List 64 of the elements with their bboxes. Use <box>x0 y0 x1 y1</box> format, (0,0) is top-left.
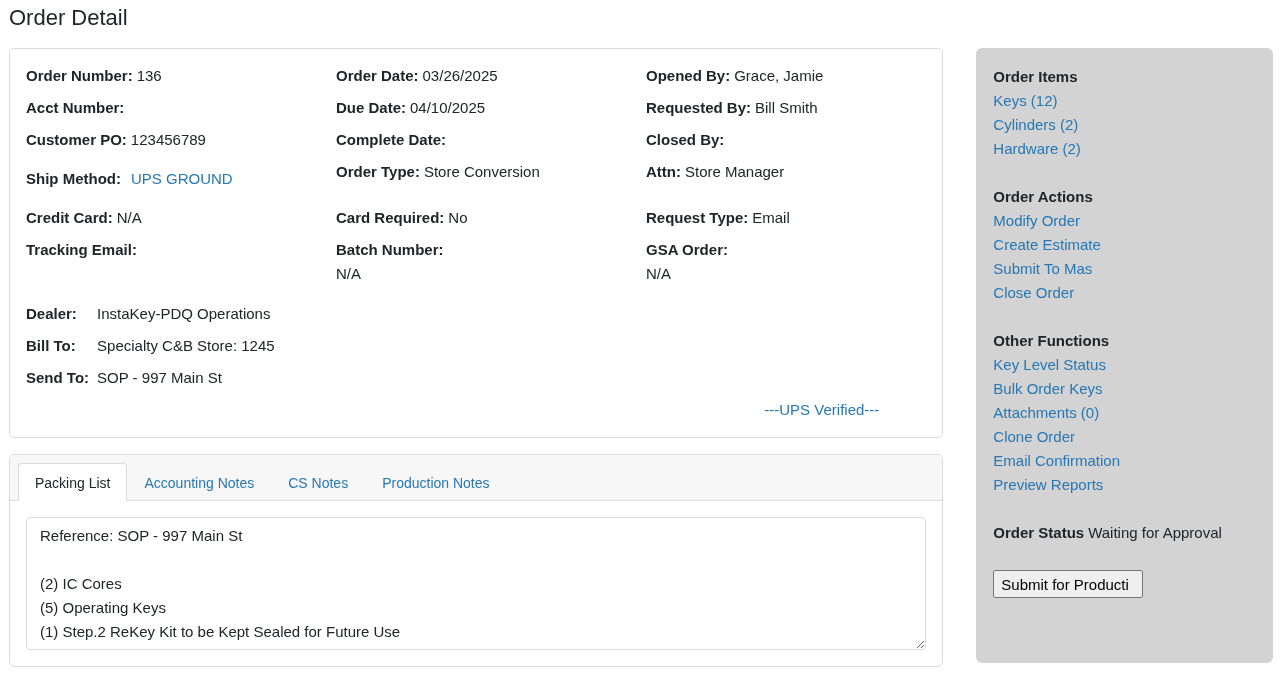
sidebar-link[interactable]: Modify Order <box>993 209 1080 233</box>
section-title: Order Items <box>993 67 1078 87</box>
tab[interactable]: Production Notes <box>365 463 507 501</box>
field-label: Order Number: <box>26 67 133 84</box>
field-label: Batch Number: <box>336 240 444 260</box>
field-value: N/A <box>336 264 361 284</box>
field-label: Request Type: <box>646 209 749 226</box>
field-value: Store Conversion <box>423 163 540 180</box>
field-label: Complete Date: <box>336 131 447 148</box>
address-label: Send To: <box>26 368 90 388</box>
field-label: Closed By: <box>646 131 725 148</box>
field-link[interactable]: UPS GROUND <box>131 168 233 190</box>
page-title: Order Detail <box>9 4 128 32</box>
address-value: InstaKey-PDQ Operations <box>97 304 271 324</box>
packing-list-field[interactable]: Reference: SOP - 997 Main St (2) IC Cores (5) Operating Keys (1) Step.2 ReKey Kit to be Kept Sealed for Future Use <box>26 517 927 650</box>
sidebar-link[interactable]: Email Confirmation <box>993 449 1121 473</box>
address-label: Bill To: <box>26 336 76 356</box>
sidebar-link[interactable]: Attachments (0) <box>993 401 1100 425</box>
sidebar-link[interactable]: Keys (12) <box>993 89 1058 113</box>
field-label: Opened By: <box>646 67 731 84</box>
field-value: Store Manager <box>685 163 785 180</box>
address-value: Specialty C&B Store: 1245 <box>97 336 275 356</box>
field-label: GSA Order: <box>646 240 728 260</box>
sidebar-link[interactable]: Clone Order <box>993 425 1075 449</box>
tab[interactable]: CS Notes <box>271 463 366 501</box>
field-label: Card Required: <box>336 209 445 226</box>
field-label: Due Date: <box>336 99 406 116</box>
field-label: Order Date: <box>336 67 419 84</box>
verification-note: ---UPS Verified--- <box>764 400 880 420</box>
status-value: Waiting for Approval <box>1088 524 1222 541</box>
field-value: No <box>448 209 468 226</box>
sidebar-link[interactable]: Create Estimate <box>993 233 1101 257</box>
field-label: Customer PO: <box>26 131 127 148</box>
field-label: Acct Number: <box>26 99 125 116</box>
sidebar-link[interactable]: Preview Reports <box>993 473 1104 497</box>
sidebar-link[interactable]: Key Level Status <box>993 353 1106 377</box>
field-label: Attn: <box>646 163 681 180</box>
status-label: Order Status <box>993 524 1085 541</box>
tab[interactable]: Accounting Notes <box>127 463 272 501</box>
tab[interactable]: Packing List <box>18 463 128 501</box>
submit-button[interactable]: Submit for Producti <box>993 570 1144 598</box>
sidebar-link[interactable]: Close Order <box>993 281 1075 305</box>
field-value: 04/10/2025 <box>410 99 486 116</box>
field-value: Bill Smith <box>755 99 818 116</box>
field-value: N/A <box>116 209 142 226</box>
field-label: Credit Card: <box>26 209 113 226</box>
field-label: Tracking Email: <box>26 241 137 258</box>
field-label: Order Type: <box>336 163 420 180</box>
address-label: Dealer: <box>26 304 77 324</box>
field-value: Email <box>752 209 790 226</box>
field-value: Grace, Jamie <box>734 67 824 84</box>
field-value: N/A <box>646 264 671 284</box>
section-title: Order Actions <box>993 187 1093 207</box>
field-value: 03/26/2025 <box>422 67 498 84</box>
field-value: 123456789 <box>130 131 206 148</box>
field-value: 136 <box>136 67 162 84</box>
sidebar-link[interactable]: Cylinders (2) <box>993 113 1079 137</box>
sidebar-link[interactable]: Bulk Order Keys <box>993 377 1103 401</box>
field-label: Requested By: <box>646 99 752 116</box>
field-label: Ship Method: <box>26 169 121 189</box>
section-title: Other Functions <box>993 331 1110 351</box>
sidebar-link[interactable]: Submit To Mas <box>993 257 1093 281</box>
sidebar-link[interactable]: Hardware (2) <box>993 137 1081 161</box>
address-value: SOP - 997 Main St <box>97 368 222 388</box>
